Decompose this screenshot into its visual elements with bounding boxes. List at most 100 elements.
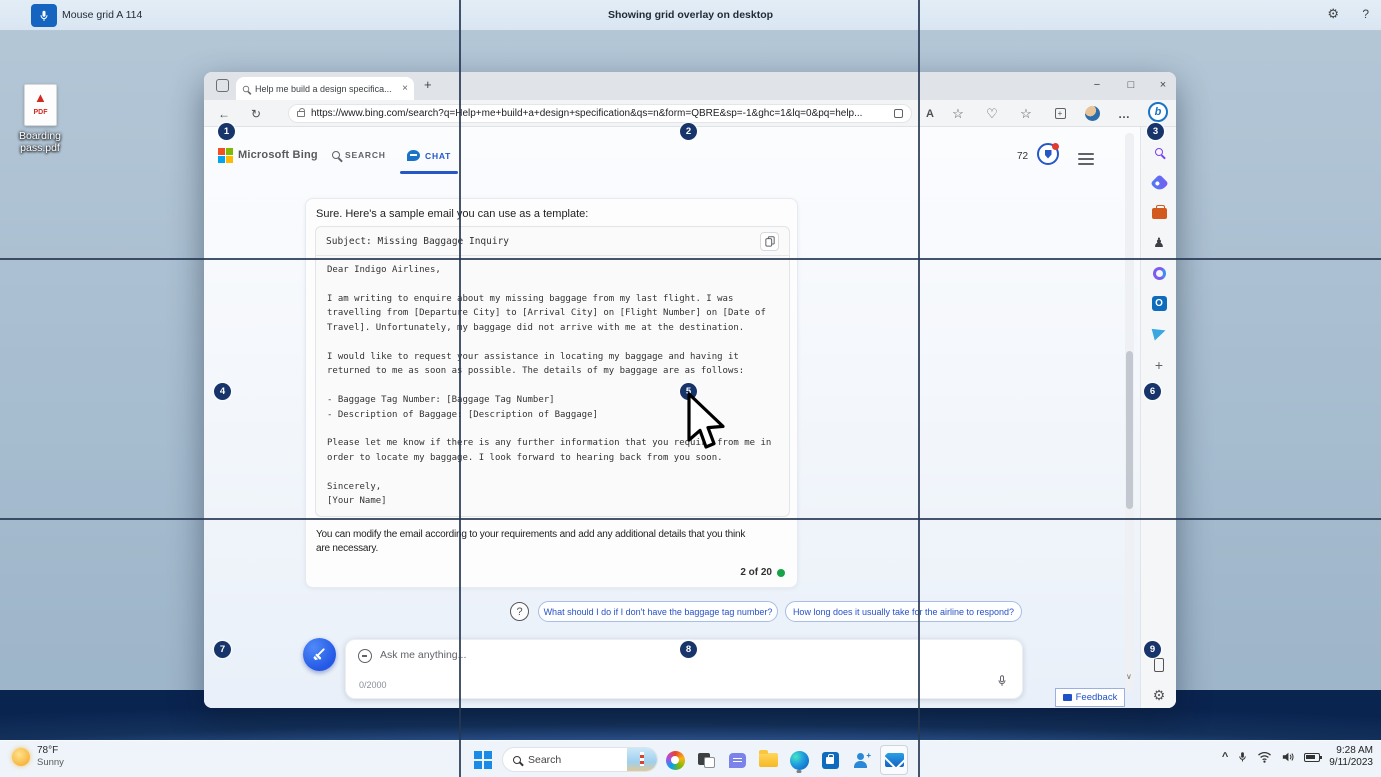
weather-condition: Sunny	[37, 757, 64, 768]
save-page-icon[interactable]	[894, 109, 903, 118]
voice-status-text: Showing grid overlay on desktop	[608, 9, 773, 21]
edge-running-dot	[797, 770, 802, 773]
people-icon[interactable]: +	[849, 748, 873, 772]
grid-marker-8[interactable]: 8	[680, 641, 697, 658]
grid-marker-7[interactable]: 7	[214, 641, 231, 658]
char-counter: 0/2000	[359, 680, 387, 690]
taskbar-search-label: Search	[528, 754, 627, 766]
email-subject: Subject: Missing Baggage Inquiry	[326, 236, 760, 247]
desktop-screen: Mouse grid A 114 Showing grid overlay on…	[0, 0, 1381, 777]
voice-mic-button[interactable]	[31, 4, 57, 27]
input-mic-icon[interactable]	[996, 674, 1008, 688]
grid-marker-9[interactable]: 9	[1144, 641, 1161, 658]
chat-input[interactable]	[380, 649, 700, 661]
page-scrollbar[interactable]	[1125, 133, 1134, 693]
chat-icon	[407, 150, 420, 161]
back-button[interactable]: ←	[212, 103, 236, 124]
voice-settings-gear-icon[interactable]: ⚙	[1327, 6, 1339, 22]
tab-close-icon[interactable]: ×	[402, 83, 408, 94]
task-view-icon[interactable]	[694, 748, 718, 772]
add-favorite-icon[interactable]: ☆	[946, 103, 970, 124]
new-topic-button[interactable]	[303, 638, 336, 671]
browser-tab-bar: Help me build a design specifica... × + …	[204, 72, 1176, 100]
desktop-icon-boarding-pass[interactable]: ▲ PDF Boarding pass.pdf	[0, 40, 80, 120]
system-tray: ^ 9:28 AM 9/11/2023	[1222, 745, 1373, 769]
grid-marker-3[interactable]: 3	[1147, 123, 1164, 140]
tab-title: Help me build a design specifica...	[255, 84, 397, 94]
sidebar-send-icon[interactable]	[1149, 323, 1169, 343]
tray-wifi-icon[interactable]	[1257, 751, 1272, 763]
window-maximize-button[interactable]: □	[1116, 72, 1146, 98]
hamburger-menu-icon[interactable]	[1078, 150, 1094, 168]
more-menu-icon[interactable]: …	[1112, 103, 1136, 124]
grid-marker-4[interactable]: 4	[214, 383, 231, 400]
desktop-icon-label: Boarding pass.pdf	[8, 130, 72, 154]
suggestion-chip-1[interactable]: What should I do if I don't have the bag…	[538, 601, 778, 622]
file-explorer-icon[interactable]	[756, 748, 780, 772]
rewards-medal-icon[interactable]	[1037, 143, 1059, 165]
scroll-down-arrow-icon[interactable]: ∨	[1126, 672, 1132, 681]
sidebar-settings-icon[interactable]: ⚙	[1149, 685, 1169, 705]
copy-button[interactable]	[760, 232, 779, 251]
store-icon[interactable]	[818, 748, 842, 772]
tray-battery-icon[interactable]	[1304, 753, 1320, 762]
rewards-points: 72	[1017, 151, 1028, 162]
mail-icon-active[interactable]	[880, 745, 908, 775]
browser-essentials-icon[interactable]: ♡	[980, 103, 1004, 124]
collections-icon[interactable]: +	[1048, 103, 1072, 124]
sidebar-shopping-icon[interactable]	[1149, 173, 1169, 193]
feedback-button[interactable]: Feedback	[1055, 688, 1125, 707]
grid-marker-1[interactable]: 1	[218, 123, 235, 140]
grid-marker-2[interactable]: 2	[680, 123, 697, 140]
chat-tab-underline	[400, 171, 458, 174]
tray-clock[interactable]: 9:28 AM 9/11/2023	[1329, 745, 1373, 769]
tray-date: 9/11/2023	[1329, 757, 1373, 769]
sidebar-search-icon[interactable]	[1149, 142, 1169, 162]
browser-tab-active[interactable]: Help me build a design specifica... ×	[236, 77, 414, 100]
copilot-icon[interactable]	[663, 748, 687, 772]
weather-widget[interactable]: 78°F Sunny	[12, 745, 64, 768]
broom-icon	[312, 647, 327, 662]
sidebar-outlook-icon[interactable]: O	[1149, 293, 1169, 313]
sidebar-games-icon[interactable]: ♟	[1149, 233, 1169, 253]
sidebar-add-icon[interactable]: +	[1149, 355, 1169, 375]
sidebar-tools-icon[interactable]	[1149, 203, 1169, 223]
weather-temp: 78°F	[37, 745, 64, 757]
lock-icon	[297, 111, 305, 117]
tab-chat[interactable]: CHAT	[407, 150, 451, 161]
grid-marker-6[interactable]: 6	[1144, 383, 1161, 400]
favorites-icon[interactable]: ☆	[1014, 103, 1038, 124]
tray-mic-icon[interactable]	[1237, 750, 1248, 764]
window-minimize-button[interactable]: −	[1082, 72, 1112, 98]
tray-volume-icon[interactable]	[1281, 751, 1295, 763]
workspaces-icon[interactable]	[216, 79, 229, 92]
start-button[interactable]	[471, 748, 495, 772]
grid-vline-1	[459, 0, 461, 777]
sidebar-designer-icon[interactable]	[1149, 263, 1169, 283]
address-bar[interactable]: https://www.bing.com/search?q=Help+me+bu…	[288, 104, 912, 123]
profile-avatar[interactable]	[1080, 103, 1104, 124]
window-close-button[interactable]: ×	[1148, 72, 1178, 98]
suggestion-chip-2[interactable]: How long does it usually take for the ai…	[785, 601, 1022, 622]
windows-logo-icon	[474, 751, 492, 769]
turn-counter: 2 of 20	[740, 567, 785, 578]
answer-outro: You can modify the email according to yo…	[316, 528, 745, 556]
status-green-dot	[777, 569, 785, 577]
scrollbar-thumb[interactable]	[1126, 351, 1133, 509]
tab-search[interactable]: SEARCH	[332, 150, 386, 160]
refresh-button[interactable]: ↻	[244, 103, 268, 124]
pdf-ribbon-icon: ▲	[34, 90, 48, 104]
new-tab-button[interactable]: +	[424, 77, 432, 92]
suggestions-help-icon: ?	[510, 602, 529, 621]
read-aloud-icon[interactable]: A	[918, 103, 942, 124]
bing-sidebar-button[interactable]: b	[1148, 102, 1168, 122]
teams-chat-icon[interactable]	[725, 748, 749, 772]
edge-icon[interactable]	[787, 748, 811, 772]
bing-brand[interactable]: Microsoft Bing	[238, 149, 318, 161]
taskbar: 78°F Sunny Search + ^	[0, 740, 1381, 777]
tray-chevron-up-icon[interactable]: ^	[1222, 751, 1228, 763]
voice-help-icon[interactable]: ?	[1362, 7, 1369, 21]
pdf-badge: PDF	[25, 109, 56, 116]
taskbar-search[interactable]: Search	[502, 747, 658, 772]
sidebar-phone-icon[interactable]	[1149, 655, 1169, 675]
